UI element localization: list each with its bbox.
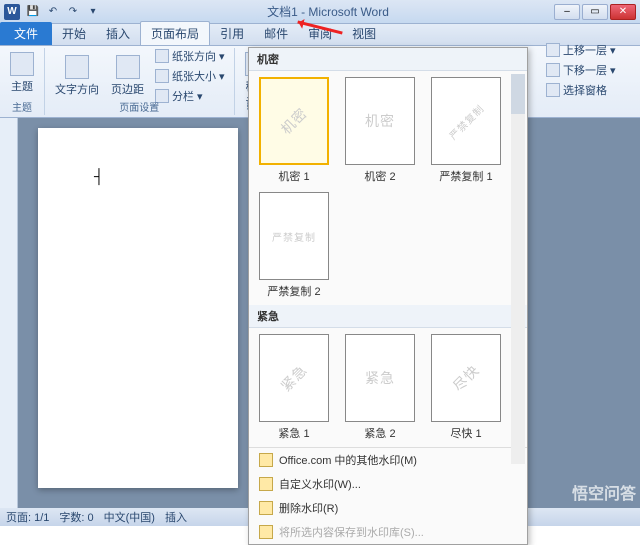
section-urgent: 紧急 — [249, 305, 527, 328]
tab-home[interactable]: 开始 — [52, 22, 96, 45]
window-controls: – ▭ ✕ — [554, 4, 636, 20]
watermark-option-urgent-1[interactable]: 紧急 紧急 1 — [255, 334, 333, 441]
status-language[interactable]: 中文(中国) — [104, 509, 155, 525]
source-watermark: 悟空问答 — [572, 480, 636, 504]
send-backward-button[interactable]: 下移一层 ▾ — [544, 60, 636, 80]
orientation-button[interactable]: 文字方向 — [51, 53, 103, 99]
watermark-custom-icon — [259, 477, 273, 491]
window-title: 文档1 - Microsoft Word — [102, 3, 554, 20]
group-page-setup: 文字方向 页边距 纸张方向 ▾ 纸张大小 ▾ 分栏 ▾ 页面设置 — [45, 48, 235, 115]
arrange-panel: 上移一层 ▾ 下移一层 ▾ 选择窗格 — [544, 40, 636, 100]
watermark-option-nocopy-2[interactable]: 严禁复制 严禁复制 2 — [255, 192, 333, 299]
watermark-option-urgent-2[interactable]: 紧急 紧急 2 — [341, 334, 419, 441]
paper-size-icon — [155, 69, 169, 83]
page[interactable]: ┤ — [38, 128, 238, 488]
thumb: 严禁复制 — [431, 77, 501, 165]
thumb: 尽快 — [431, 334, 501, 422]
thumb: 机密 — [345, 77, 415, 165]
confidential-grid: 机密 机密 1 机密 机密 2 严禁复制 严禁复制 1 严禁复制 严禁复制 2 — [249, 71, 527, 305]
theme-label: 主题 — [11, 78, 33, 94]
undo-icon[interactable]: ↶ — [44, 3, 62, 21]
redo-icon[interactable]: ↷ — [64, 3, 82, 21]
titlebar: W 💾 ↶ ↷ ▾ 文档1 - Microsoft Word – ▭ ✕ — [0, 0, 640, 24]
margins-button[interactable]: 页边距 — [107, 53, 148, 99]
caption: 尽快 1 — [450, 425, 481, 441]
orientation-label: 文字方向 — [55, 81, 99, 97]
margins-icon — [116, 55, 140, 79]
qat-dropdown-icon[interactable]: ▾ — [84, 3, 102, 21]
tab-page-layout[interactable]: 页面布局 — [140, 21, 210, 45]
minimize-button[interactable]: – — [554, 4, 580, 20]
watermark-option-asap-1[interactable]: 尽快 尽快 1 — [427, 334, 505, 441]
caption: 机密 2 — [364, 168, 395, 184]
urgent-grid: 紧急 紧急 1 紧急 紧急 2 尽快 尽快 1 — [249, 328, 527, 447]
watermark-option-confidential-1[interactable]: 机密 机密 1 — [255, 77, 333, 184]
theme-button[interactable]: 主题 — [6, 50, 38, 96]
gallery-scrollbar[interactable] — [511, 74, 525, 464]
quick-access-toolbar: 💾 ↶ ↷ ▾ — [24, 3, 102, 21]
thumb: 紧急 — [259, 334, 329, 422]
send-backward-icon — [546, 63, 560, 77]
more-watermarks-online[interactable]: Office.com 中的其他水印(M)▸ — [249, 448, 527, 472]
theme-icon — [10, 52, 34, 76]
selection-pane-button[interactable]: 选择窗格 — [544, 80, 636, 100]
paper-orientation-button[interactable]: 纸张方向 ▾ — [152, 47, 228, 65]
scrollbar-thumb[interactable] — [511, 74, 525, 114]
text-cursor: ┤ — [94, 168, 104, 184]
tab-file[interactable]: 文件 — [0, 22, 52, 45]
close-button[interactable]: ✕ — [610, 4, 636, 20]
thumb: 严禁复制 — [259, 192, 329, 280]
thumb: 紧急 — [345, 334, 415, 422]
custom-watermark[interactable]: 自定义水印(W)... — [249, 472, 527, 496]
group-page-setup-label: 页面设置 — [45, 99, 234, 114]
margins-label: 页边距 — [111, 81, 144, 97]
selection-pane-icon — [546, 83, 560, 97]
tab-view[interactable]: 视图 — [342, 22, 386, 45]
paper-orientation-icon — [155, 49, 169, 63]
watermark-option-confidential-2[interactable]: 机密 机密 2 — [341, 77, 419, 184]
watermark-option-nocopy-1[interactable]: 严禁复制 严禁复制 1 — [427, 77, 505, 184]
paper-size-button[interactable]: 纸张大小 ▾ — [152, 67, 228, 85]
thumb: 机密 — [259, 77, 329, 165]
office-icon — [259, 453, 273, 467]
save-to-gallery[interactable]: 将所选内容保存到水印库(S)... — [249, 520, 527, 544]
orientation-icon — [65, 55, 89, 79]
bring-forward-button[interactable]: 上移一层 ▾ — [544, 40, 636, 60]
watermark-remove-icon — [259, 501, 273, 515]
status-words[interactable]: 字数: 0 — [59, 509, 93, 525]
save-icon[interactable]: 💾 — [24, 3, 42, 21]
save-selection-icon — [259, 525, 273, 539]
caption: 机密 1 — [278, 168, 309, 184]
caption: 紧急 2 — [364, 425, 395, 441]
watermark-gallery: 机密 机密 机密 1 机密 机密 2 严禁复制 严禁复制 1 严禁复制 严禁复制… — [248, 47, 528, 545]
status-insert-mode[interactable]: 插入 — [165, 509, 187, 525]
vertical-ruler[interactable] — [0, 118, 18, 508]
status-page[interactable]: 页面: 1/1 — [6, 509, 49, 525]
group-theme: 主题 主题 — [0, 48, 45, 115]
section-confidential: 机密 — [249, 48, 527, 71]
tab-references[interactable]: 引用 — [210, 22, 254, 45]
maximize-button[interactable]: ▭ — [582, 4, 608, 20]
tab-insert[interactable]: 插入 — [96, 22, 140, 45]
caption: 严禁复制 1 — [439, 168, 492, 184]
word-app-icon: W — [4, 4, 20, 20]
remove-watermark[interactable]: 删除水印(R) — [249, 496, 527, 520]
page-setup-small: 纸张方向 ▾ 纸张大小 ▾ 分栏 ▾ — [152, 47, 228, 105]
caption: 严禁复制 2 — [267, 283, 320, 299]
group-theme-label: 主题 — [0, 99, 44, 114]
bring-forward-icon — [546, 43, 560, 57]
caption: 紧急 1 — [278, 425, 309, 441]
